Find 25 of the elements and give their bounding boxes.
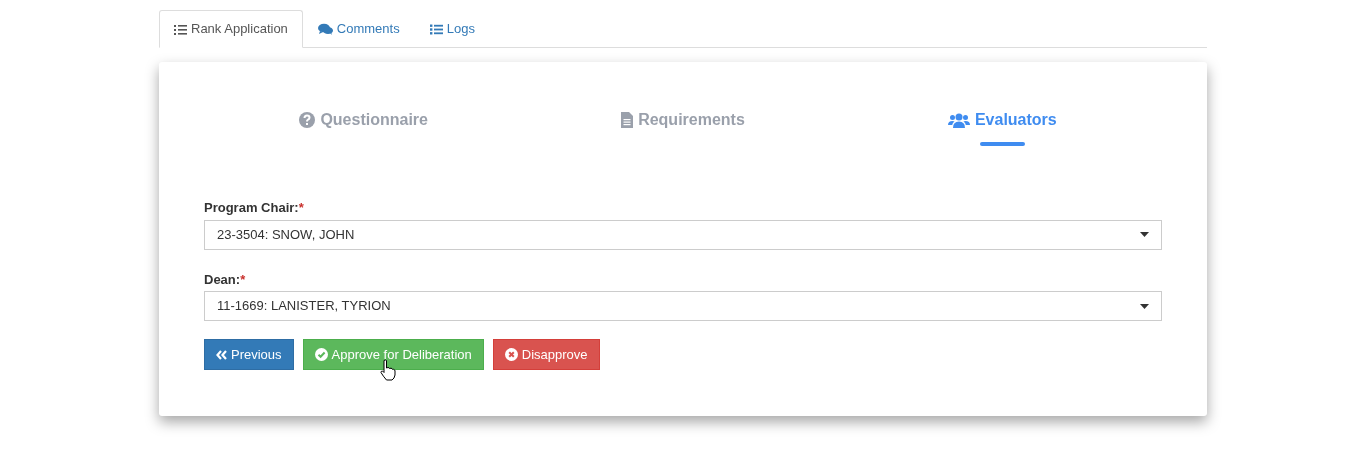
pointer-cursor-icon — [380, 359, 396, 381]
tab[interactable]: Comments — [302, 10, 415, 48]
document-icon — [621, 112, 634, 128]
double-chevron-icon — [216, 349, 227, 360]
select-field[interactable]: 23-3504: SNOW, JOHN — [204, 219, 1162, 250]
question-icon — [299, 112, 316, 128]
previous-button[interactable]: Previous — [204, 339, 294, 370]
select-field[interactable]: 11-1669: LANISTER, TYRION — [204, 291, 1162, 321]
tab[interactable]: Logs — [414, 10, 490, 48]
step-tab[interactable]: Evaluators — [947, 108, 1057, 132]
list-icon — [429, 23, 443, 35]
caret-icon — [1140, 232, 1149, 237]
step-tab[interactable]: Requirements — [621, 108, 745, 132]
checklist-icon — [174, 23, 187, 35]
disapprove-button[interactable]: Disapprove — [492, 339, 600, 370]
field-label: Program Chair:* — [204, 199, 305, 217]
field-label: Dean:* — [204, 270, 247, 289]
comments-icon — [317, 23, 333, 35]
users-icon — [947, 112, 970, 128]
tab[interactable]: Rank Application — [159, 10, 303, 48]
x-circle-icon — [504, 348, 518, 361]
caret-icon — [1140, 303, 1149, 309]
check-circle-icon — [314, 348, 328, 361]
approve-button[interactable]: Approve for Deliberation — [302, 339, 484, 370]
step-tab[interactable]: Questionnaire — [299, 108, 428, 132]
